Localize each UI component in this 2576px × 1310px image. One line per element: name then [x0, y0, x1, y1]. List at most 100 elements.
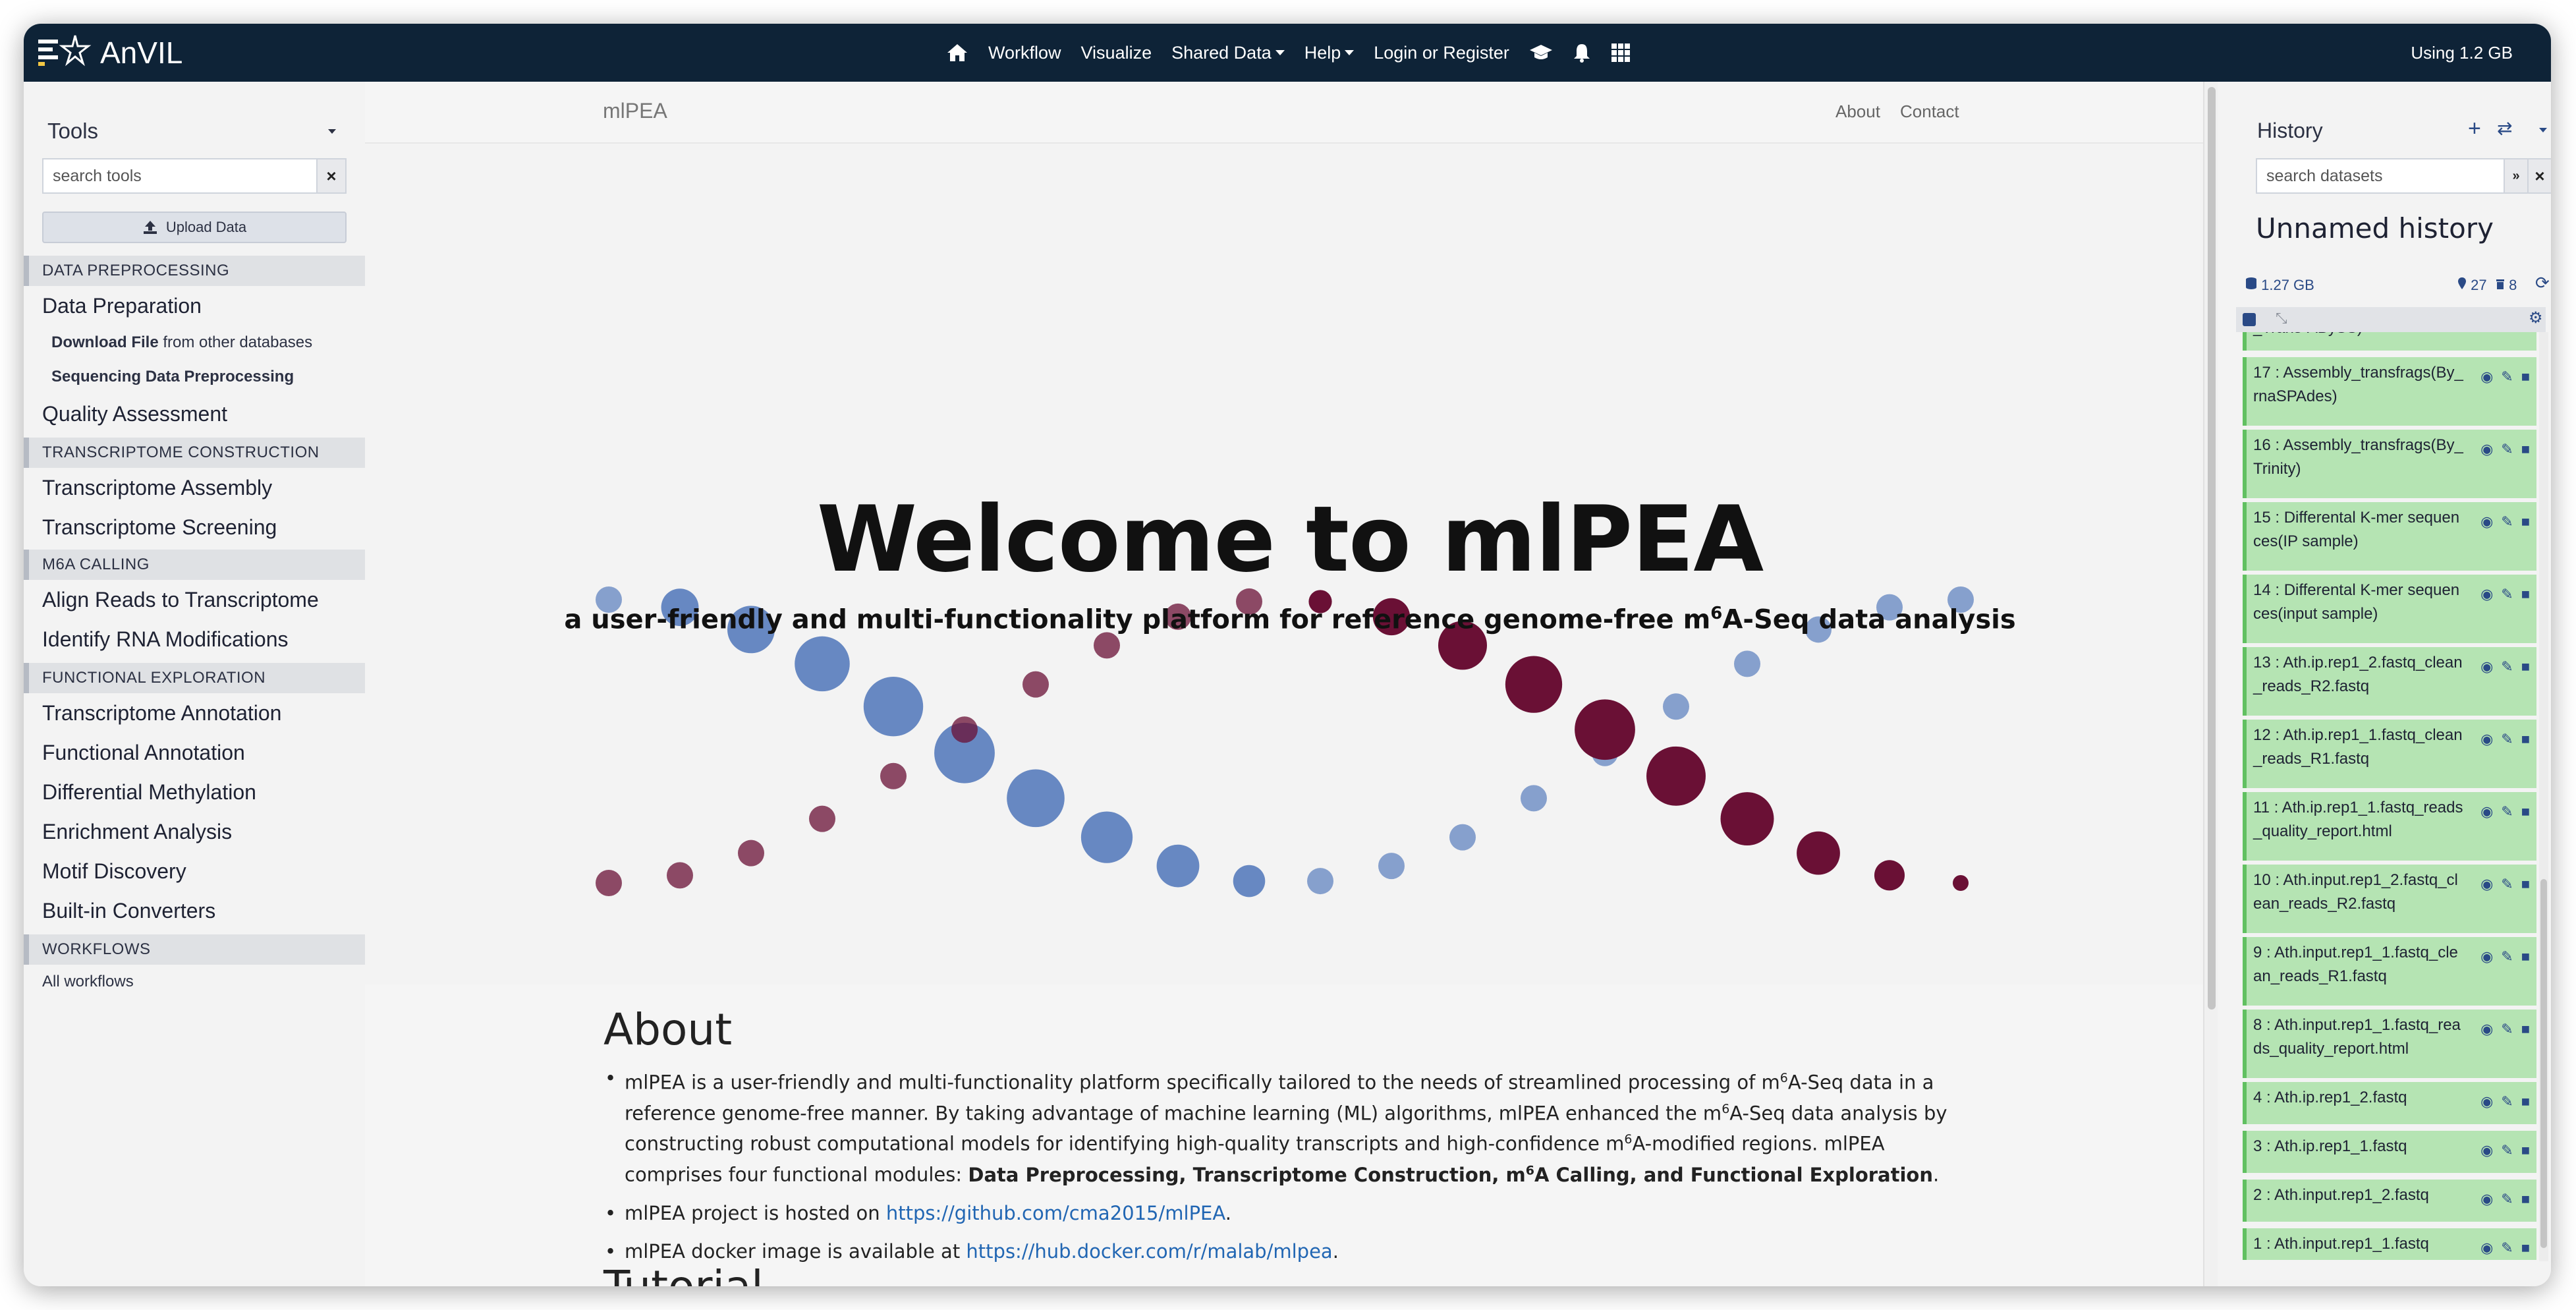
search-tools-input[interactable]: search tools: [42, 158, 318, 194]
eye-icon[interactable]: ◉: [2480, 800, 2493, 824]
pencil-icon[interactable]: ✎: [2501, 1187, 2513, 1211]
home-icon[interactable]: [946, 43, 968, 63]
trash-icon[interactable]: ■: [2521, 1236, 2530, 1260]
pencil-icon[interactable]: ✎: [2501, 945, 2513, 969]
tool-transcriptome-annotation[interactable]: Transcriptome Annotation: [42, 701, 281, 726]
history-item[interactable]: 15 : Differental K-mer sequences(IP samp…: [2243, 502, 2536, 571]
docker-link[interactable]: https://hub.docker.com/r/malab/mlpea: [966, 1240, 1332, 1263]
tool-functional-annotation[interactable]: Functional Annotation: [42, 741, 245, 765]
trash-icon[interactable]: ■: [2521, 365, 2530, 389]
pencil-icon[interactable]: ✎: [2501, 655, 2513, 679]
tool-motif-discovery[interactable]: Motif Discovery: [42, 859, 186, 884]
history-item[interactable]: 1 : Ath.input.rep1_1.fastq ◉ ✎ ■: [2243, 1228, 2536, 1260]
eye-icon[interactable]: ◉: [2480, 365, 2493, 389]
trash-icon[interactable]: ■: [2521, 510, 2530, 534]
center-scroll-thumb[interactable]: [2208, 87, 2216, 1010]
tool-differential-methylation[interactable]: Differential Methylation: [42, 780, 256, 805]
eye-icon[interactable]: ◉: [2480, 872, 2493, 896]
pencil-icon[interactable]: ✎: [2501, 510, 2513, 534]
trash-icon[interactable]: ■: [2521, 945, 2530, 969]
tool-built-in-converters[interactable]: Built-in Converters: [42, 899, 215, 923]
tool-download-file[interactable]: Download File from other databases: [51, 333, 312, 352]
all-workflows-link[interactable]: All workflows: [42, 973, 134, 991]
bell-icon[interactable]: [1573, 43, 1591, 63]
section-data-preprocessing[interactable]: DATA PREPROCESSING: [24, 256, 365, 286]
trash-icon[interactable]: ■: [2521, 1017, 2530, 1041]
anvil-logo[interactable]: AnVIL: [36, 33, 182, 72]
pencil-icon[interactable]: ✎: [2501, 1139, 2513, 1162]
tool-enrichment-analysis[interactable]: Enrichment Analysis: [42, 820, 232, 844]
eye-icon[interactable]: ◉: [2480, 1236, 2493, 1260]
github-link[interactable]: https://github.com/cma2015/mlPEA: [886, 1202, 1225, 1224]
clear-history-search-button[interactable]: ×: [2527, 158, 2551, 194]
eye-icon[interactable]: ◉: [2480, 510, 2493, 534]
section-functional-exploration[interactable]: FUNCTIONAL EXPLORATION: [24, 663, 365, 693]
eye-icon[interactable]: ◉: [2480, 438, 2493, 461]
pencil-icon[interactable]: ✎: [2501, 1236, 2513, 1260]
collapse-icon[interactable]: ⤡: [2276, 310, 2287, 327]
section-transcriptome-construction[interactable]: TRANSCRIPTOME CONSTRUCTION: [24, 438, 365, 468]
eye-icon[interactable]: ◉: [2480, 1187, 2493, 1211]
chevron-left-icon[interactable]: ‹: [33, 1282, 39, 1286]
tool-align-reads[interactable]: Align Reads to Transcriptome: [42, 588, 319, 612]
tool-transcriptome-assembly[interactable]: Transcriptome Assembly: [42, 476, 272, 500]
history-item[interactable]: 10 : Ath.input.rep1_2.fastq_clean_reads_…: [2243, 865, 2536, 933]
tool-transcriptome-screening[interactable]: Transcriptome Screening: [42, 515, 277, 540]
history-size[interactable]: 1.27 GB: [2245, 277, 2314, 294]
history-item[interactable]: 3 : Ath.ip.rep1_1.fastq ◉ ✎ ■: [2243, 1131, 2536, 1173]
tool-identify-rna-modifications[interactable]: Identify RNA Modifications: [42, 627, 289, 652]
quota-meter[interactable]: Using 1.2 GB: [2411, 24, 2513, 82]
chevron-right-icon[interactable]: ›: [2538, 1281, 2544, 1286]
history-item[interactable]: 4 : Ath.ip.rep1_2.fastq ◉ ✎ ■: [2243, 1082, 2536, 1124]
tools-menu-caret-icon[interactable]: [328, 129, 336, 134]
trash-icon[interactable]: ■: [2521, 800, 2530, 824]
shown-count[interactable]: 27: [2457, 277, 2487, 294]
advanced-search-icon[interactable]: »: [2504, 158, 2529, 194]
deleted-count[interactable]: 8: [2496, 277, 2517, 294]
center-scrollbar[interactable]: [2203, 82, 2218, 1286]
history-item[interactable]: 12 : Ath.ip.rep1_1.fastq_clean_reads_R1.…: [2243, 720, 2536, 788]
pencil-icon[interactable]: ✎: [2501, 365, 2513, 389]
pencil-icon[interactable]: ✎: [2501, 438, 2513, 461]
nav-help[interactable]: Help: [1304, 43, 1355, 63]
history-item[interactable]: 8 : Ath.input.rep1_1.fastq_reads_quality…: [2243, 1010, 2536, 1078]
eye-icon[interactable]: ◉: [2480, 1017, 2493, 1041]
tool-quality-assessment[interactable]: Quality Assessment: [42, 402, 227, 426]
nav-shared-data[interactable]: Shared Data: [1171, 43, 1285, 63]
trash-icon[interactable]: ■: [2521, 1187, 2530, 1211]
pencil-icon[interactable]: ✎: [2501, 1017, 2513, 1041]
clear-search-button[interactable]: ×: [316, 158, 347, 194]
pencil-icon[interactable]: ✎: [2501, 1090, 2513, 1114]
history-item[interactable]: _Trans-ABySS): [2243, 332, 2536, 351]
eye-icon[interactable]: ◉: [2480, 583, 2493, 606]
switch-history-icon[interactable]: ⇄: [2497, 117, 2512, 139]
history-options-caret-icon[interactable]: [2539, 128, 2547, 132]
trash-icon[interactable]: ■: [2521, 1139, 2530, 1162]
history-item[interactable]: 2 : Ath.input.rep1_2.fastq ◉ ✎ ■: [2243, 1180, 2536, 1222]
eye-icon[interactable]: ◉: [2480, 727, 2493, 751]
history-item[interactable]: 17 : Assembly_transfrags(By_rnaSPAdes) ◉ ✎…: [2243, 357, 2536, 426]
tool-data-preparation[interactable]: Data Preparation: [42, 294, 202, 318]
history-item[interactable]: 16 : Assembly_transfrags(By_Trinity) ◉ ✎ ■: [2243, 430, 2536, 498]
section-m6a-calling[interactable]: M6A CALLING: [24, 550, 365, 580]
pencil-icon[interactable]: ✎: [2501, 727, 2513, 751]
plus-icon[interactable]: +: [2468, 116, 2481, 142]
history-item[interactable]: 9 : Ath.input.rep1_1.fastq_clean_reads_R…: [2243, 937, 2536, 1006]
section-workflows[interactable]: WORKFLOWS: [24, 934, 365, 965]
select-all-checkbox[interactable]: [2243, 313, 2256, 326]
eye-icon[interactable]: ◉: [2480, 655, 2493, 679]
trash-icon[interactable]: ■: [2521, 1090, 2530, 1114]
nav-login[interactable]: Login or Register: [1374, 43, 1509, 63]
history-name[interactable]: Unnamed history: [2256, 212, 2494, 244]
trash-icon[interactable]: ■: [2521, 655, 2530, 679]
pencil-icon[interactable]: ✎: [2501, 872, 2513, 896]
eye-icon[interactable]: ◉: [2480, 1090, 2493, 1114]
history-scrollbar[interactable]: [2539, 332, 2548, 1261]
grid-icon[interactable]: [1611, 43, 1631, 63]
history-item[interactable]: 14 : Differental K-mer sequences(input s…: [2243, 575, 2536, 643]
nav-visualize[interactable]: Visualize: [1081, 43, 1152, 63]
pencil-icon[interactable]: ✎: [2501, 800, 2513, 824]
contact-link[interactable]: Contact: [1900, 101, 1959, 122]
trash-icon[interactable]: ■: [2521, 872, 2530, 896]
nav-workflow[interactable]: Workflow: [988, 43, 1061, 63]
